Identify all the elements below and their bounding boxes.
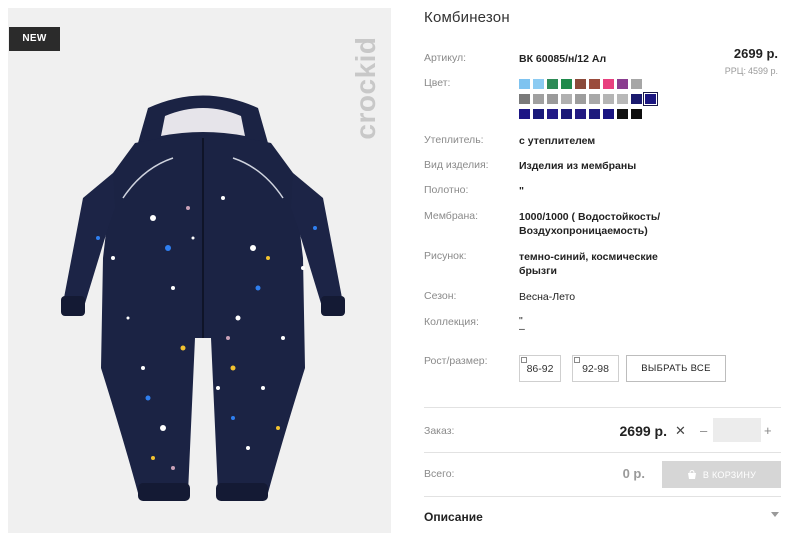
add-to-cart-button[interactable]: В КОРЗИНУ xyxy=(662,461,781,488)
color-swatch[interactable] xyxy=(589,94,600,104)
size-option-86-92[interactable]: 86-92 xyxy=(519,355,561,382)
spec-value-article: ВК 60085/н/12 Ал xyxy=(519,53,607,65)
color-swatch[interactable] xyxy=(603,79,614,89)
color-swatch[interactable] xyxy=(631,109,642,119)
color-swatch[interactable] xyxy=(561,109,572,119)
spec-label-membrane: Мембрана: xyxy=(424,210,479,222)
spec-label-color: Цвет: xyxy=(424,77,451,89)
total-value: 0 р. xyxy=(622,466,645,481)
spec-value-product-type: Изделия из мембраны xyxy=(519,160,637,172)
divider xyxy=(424,496,781,497)
color-swatch[interactable] xyxy=(547,79,558,89)
size-option-label: 92-98 xyxy=(582,362,609,375)
spec-label-article: Артикул: xyxy=(424,52,467,64)
quantity-input[interactable] xyxy=(713,418,761,442)
color-swatch[interactable] xyxy=(519,79,530,89)
product-price: 2699 р. xyxy=(733,46,778,61)
product-info-panel: Комбинезон 2699 р. РРЦ: 4599 р. Артикул: … xyxy=(424,0,800,533)
recommended-retail-price: РРЦ: 4599 р. xyxy=(725,66,778,76)
description-toggle[interactable]: Описание xyxy=(424,510,483,524)
spec-label-insulation: Утеплитель: xyxy=(424,134,484,146)
brand-logo-text: crockid xyxy=(350,36,381,140)
color-swatch[interactable] xyxy=(603,94,614,104)
spec-value-pattern: темно-синий, космические xyxy=(519,251,658,263)
quantity-decrement-button[interactable]: – xyxy=(700,423,707,438)
color-swatch[interactable] xyxy=(617,94,628,104)
divider xyxy=(424,407,781,408)
size-option-label: 86-92 xyxy=(526,362,554,375)
spec-value-membrane-line2: Воздухопроницаемость) xyxy=(519,225,648,237)
product-image[interactable]: NEW crockid xyxy=(8,8,391,533)
color-swatch[interactable] xyxy=(533,109,544,119)
spec-value-collection-line2: – xyxy=(519,323,525,335)
new-badge: NEW xyxy=(9,27,60,51)
color-swatch[interactable] xyxy=(561,79,572,89)
size-checkbox[interactable] xyxy=(521,357,527,363)
divider xyxy=(424,452,781,453)
spec-value-membrane: 1000/1000 ( Водостойкость/ xyxy=(519,211,661,223)
color-swatch[interactable] xyxy=(603,109,614,119)
size-label: Рост/размер: xyxy=(424,355,488,367)
spec-label-pattern: Рисунок: xyxy=(424,250,467,262)
color-swatch[interactable] xyxy=(575,109,586,119)
color-swatch[interactable] xyxy=(519,94,530,104)
color-swatch[interactable] xyxy=(643,92,658,106)
total-label: Всего: xyxy=(424,468,455,480)
product-title: Комбинезон xyxy=(424,9,510,26)
color-swatch[interactable] xyxy=(547,109,558,119)
order-price: 2699 р. xyxy=(619,423,667,439)
color-swatch[interactable] xyxy=(533,79,544,89)
jumpsuit-illustration xyxy=(61,95,345,501)
color-swatch[interactable] xyxy=(617,109,628,119)
select-all-button[interactable]: ВЫБРАТЬ ВСЕ xyxy=(626,355,726,382)
spec-value-pattern-line2: брызги xyxy=(519,265,557,277)
color-swatch[interactable] xyxy=(575,94,586,104)
color-swatch[interactable] xyxy=(561,94,572,104)
color-swatch[interactable] xyxy=(519,109,530,119)
quantity-increment-button[interactable]: + xyxy=(764,423,772,438)
color-swatch[interactable] xyxy=(631,94,642,104)
size-option-92-98[interactable]: 92-98 xyxy=(572,355,619,382)
cart-icon xyxy=(687,469,696,479)
spec-value-insulation: с утеплителем xyxy=(519,135,596,147)
chevron-down-icon[interactable] xyxy=(771,512,779,517)
rrp-value: 4599 р. xyxy=(747,66,778,76)
color-swatch[interactable] xyxy=(617,79,628,89)
size-checkbox[interactable] xyxy=(574,357,580,363)
spec-label-season: Сезон: xyxy=(424,290,457,302)
spec-label-product-type: Вид изделия: xyxy=(424,159,489,171)
color-swatch[interactable] xyxy=(589,79,600,89)
color-swatch[interactable] xyxy=(547,94,558,104)
order-label: Заказ: xyxy=(424,425,455,437)
color-swatch[interactable] xyxy=(589,109,600,119)
spec-value-fabric: " xyxy=(519,185,524,197)
color-swatch[interactable] xyxy=(575,79,586,89)
close-icon[interactable]: ✕ xyxy=(675,424,686,438)
spec-value-season: Весна-Лето xyxy=(519,291,576,303)
rrp-label: РРЦ: xyxy=(724,66,746,76)
spec-label-collection: Коллекция: xyxy=(424,316,479,328)
spec-label-fabric: Полотно: xyxy=(424,184,469,196)
add-to-cart-label: В КОРЗИНУ xyxy=(702,469,757,480)
color-swatch[interactable] xyxy=(631,79,642,89)
color-swatch[interactable] xyxy=(533,94,544,104)
